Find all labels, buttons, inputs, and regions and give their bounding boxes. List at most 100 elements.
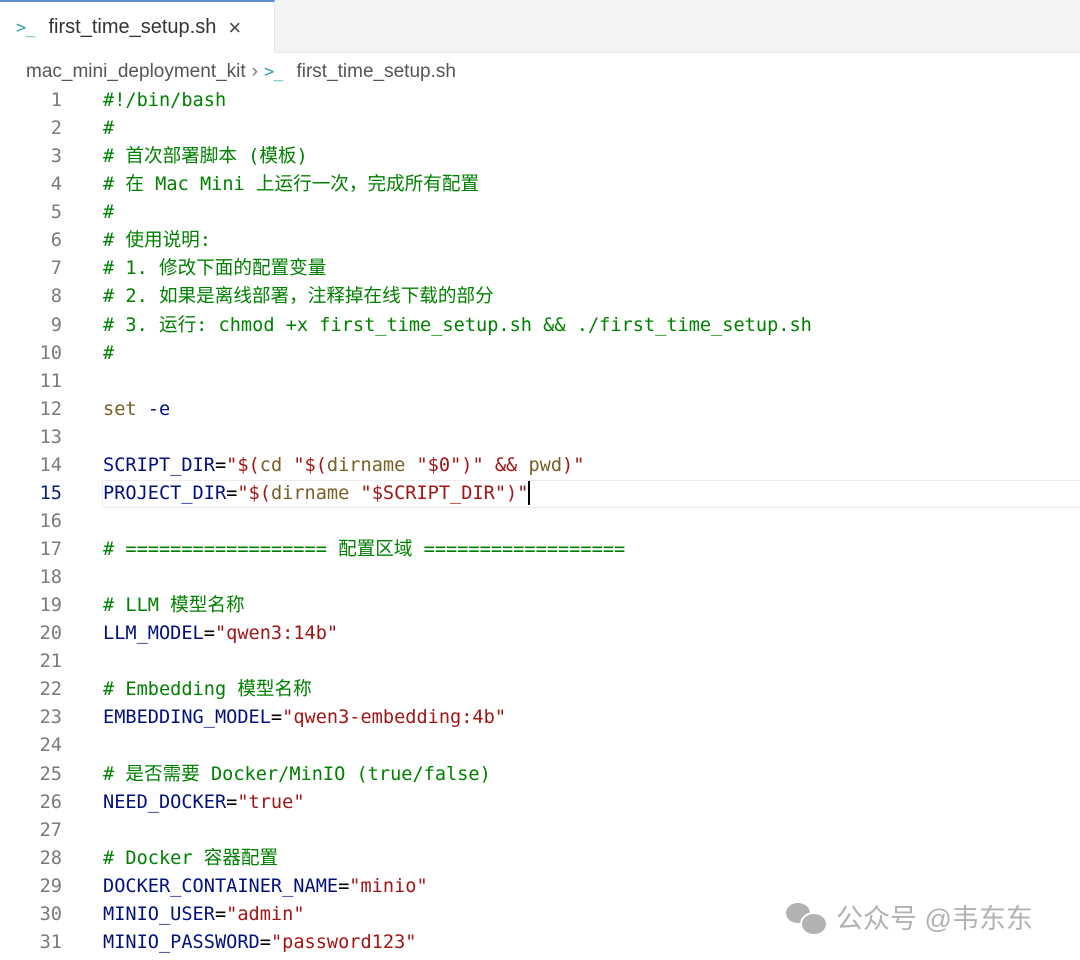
- line-code: # 2. 如果是离线部署，注释掉在线下载的部分: [103, 283, 1080, 311]
- code-token: =: [338, 875, 350, 897]
- line-number: 17: [39, 539, 62, 560]
- code-token: "true": [237, 791, 305, 813]
- code-line[interactable]: 8 # 2. 如果是离线部署，注释掉在线下载的部分: [0, 283, 1080, 311]
- code-token: "$0")": [405, 454, 495, 476]
- code-line[interactable]: 4 # 在 Mac Mini 上运行一次，完成所有配置: [0, 171, 1080, 199]
- code-token: #: [103, 342, 115, 364]
- watermark: 公众号 @韦东东: [786, 897, 1033, 936]
- tab-label: first_time_setup.sh: [48, 16, 217, 38]
- code-token: =: [270, 707, 283, 729]
- code-token: # 在 Mac Mini 上运行一次，完成所有配置: [103, 174, 480, 196]
- code-token: NEED_DOCKER: [103, 791, 227, 813]
- wechat-icon: [786, 901, 828, 936]
- breadcrumb-file[interactable]: first_time_setup.sh: [296, 61, 455, 83]
- text-cursor: [528, 481, 531, 506]
- code-token: -e: [147, 398, 171, 420]
- code-token: # 首次部署脚本 (模板): [103, 146, 308, 168]
- code-line[interactable]: 13: [0, 424, 1080, 452]
- code-token: MINIO_USER: [103, 903, 215, 925]
- code-token: # 3. 运行: chmod +x first_time_setup.sh &&…: [103, 314, 812, 336]
- code-line[interactable]: 24: [0, 732, 1080, 760]
- code-line[interactable]: 10 #: [0, 340, 1080, 368]
- code-line[interactable]: 22 # Embedding 模型名称: [0, 676, 1080, 704]
- line-number: 30: [39, 903, 62, 925]
- code-line[interactable]: 5 #: [0, 199, 1080, 227]
- line-code: # ================== 配置区域 ==============…: [103, 536, 1080, 564]
- code-line[interactable]: 18: [0, 564, 1080, 592]
- line-code: EMBEDDING_MODEL="qwen3-embedding:4b": [103, 704, 1080, 732]
- code-line[interactable]: 27: [0, 817, 1080, 845]
- code-line[interactable]: 2 #: [0, 115, 1080, 143]
- code-token: #: [103, 202, 115, 224]
- line-number: 11: [39, 370, 62, 392]
- code-line[interactable]: 28 # Docker 容器配置: [0, 845, 1080, 873]
- code-token: "$(: [282, 454, 327, 476]
- code-line[interactable]: 14 SCRIPT_DIR="$(cd "$(dirname "$0")" && …: [0, 452, 1080, 480]
- code-token: # ================== 配置区域 ==============…: [103, 539, 626, 560]
- code-token: "$(: [237, 482, 271, 504]
- line-number: 25: [39, 763, 62, 785]
- code-token: LLM_MODEL: [103, 623, 204, 645]
- line-number: 18: [39, 567, 62, 589]
- code-line[interactable]: 15 PROJECT_DIR="$(dirname "$SCRIPT_DIR")": [0, 479, 1080, 509]
- line-number: 8: [50, 286, 62, 308]
- line-code: # 首次部署脚本 (模板): [103, 143, 1080, 171]
- code-token: #: [103, 118, 115, 140]
- code-line[interactable]: 16: [0, 508, 1080, 536]
- line-code: # 是否需要 Docker/MinIO (true/false): [103, 761, 1080, 789]
- close-icon[interactable]: ×: [228, 15, 241, 41]
- code-line[interactable]: 12 set -e: [0, 396, 1080, 424]
- code-line[interactable]: 25 # 是否需要 Docker/MinIO (true/false): [0, 761, 1080, 789]
- code-line[interactable]: 19 # LLM 模型名称: [0, 592, 1080, 620]
- code-token: # Docker 容器配置: [103, 847, 279, 869]
- code-line[interactable]: 20 LLM_MODEL="qwen3:14b": [0, 620, 1080, 648]
- line-number: 19: [39, 595, 62, 617]
- line-code: # LLM 模型名称: [103, 592, 1080, 620]
- code-line[interactable]: 6 # 使用说明:: [0, 227, 1080, 255]
- terminal-icon: >_: [16, 17, 36, 38]
- code-token: # Embedding 模型名称: [103, 679, 312, 701]
- code-line[interactable]: 3 # 首次部署脚本 (模板): [0, 143, 1080, 171]
- line-number: 3: [50, 146, 62, 168]
- line-number: 24: [39, 735, 62, 757]
- tab-bar: >_ first_time_setup.sh ×: [0, 0, 1080, 53]
- line-number: 2: [50, 118, 62, 140]
- breadcrumb: mac_mini_deployment_kit › >_ first_time_…: [26, 58, 456, 86]
- code-token: =: [226, 482, 238, 504]
- line-number: 22: [39, 679, 62, 701]
- code-line[interactable]: 21: [0, 648, 1080, 676]
- code-token: "qwen3-embedding:4b": [282, 707, 507, 729]
- code-token: "qwen3:14b": [214, 623, 339, 645]
- code-token: =: [214, 903, 227, 925]
- line-number: 12: [39, 398, 62, 420]
- tab-first-time-setup[interactable]: >_ first_time_setup.sh ×: [0, 0, 275, 53]
- line-number: 16: [39, 510, 62, 532]
- line-number: 6: [50, 230, 62, 252]
- code-line[interactable]: 7 # 1. 修改下面的配置变量: [0, 255, 1080, 283]
- code-token: DOCKER_CONTAINER_NAME: [103, 875, 339, 897]
- code-line[interactable]: 9 # 3. 运行: chmod +x first_time_setup.sh &…: [0, 312, 1080, 340]
- breadcrumb-folder[interactable]: mac_mini_deployment_kit: [26, 61, 246, 83]
- line-number: 7: [50, 258, 62, 280]
- code-line[interactable]: 23 EMBEDDING_MODEL="qwen3-embedding:4b": [0, 704, 1080, 732]
- code-line[interactable]: 26 NEED_DOCKER="true": [0, 789, 1080, 817]
- code-line[interactable]: 1 #!/bin/bash: [0, 87, 1080, 115]
- code-line[interactable]: 17 # ================== 配置区域 ============…: [0, 536, 1080, 564]
- line-number: 20: [39, 623, 62, 645]
- line-code: #: [103, 115, 1080, 143]
- line-number: 15: [39, 482, 62, 504]
- code-editor[interactable]: 1 #!/bin/bash 2 #3 # 首次部署脚本 (模板) 4 # 在 Mac Min…: [0, 87, 1080, 957]
- code-token: pwd: [528, 454, 563, 476]
- line-number: 14: [39, 454, 62, 476]
- code-token: "$(: [226, 454, 260, 476]
- code-token: "$SCRIPT_DIR")": [349, 482, 529, 504]
- code-line[interactable]: 11: [0, 368, 1080, 396]
